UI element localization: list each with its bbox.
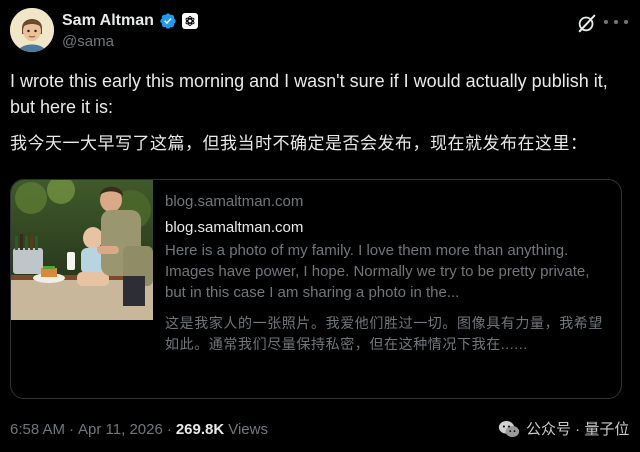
watermark: 公众号 · 量子位 xyxy=(498,418,629,439)
openai-logo-icon[interactable] xyxy=(181,13,198,29)
cartoon-avatar-icon xyxy=(10,8,54,52)
card-domain: blog.samaltman.com xyxy=(165,193,304,210)
family-photo-image xyxy=(11,180,153,320)
author-display-name[interactable]: Sam Altman xyxy=(62,12,154,30)
tweet-text: I wrote this early this morning and I wa… xyxy=(10,71,608,117)
author-handle[interactable]: @sama xyxy=(62,33,114,50)
verified-badge-icon[interactable] xyxy=(159,12,177,30)
views-count[interactable]: 269.8K xyxy=(176,421,224,438)
avatar[interactable] xyxy=(10,8,54,52)
wechat-icon xyxy=(498,420,520,437)
card-description: Here is a photo of my family. I love the… xyxy=(165,242,590,301)
views-label: Views xyxy=(228,421,268,438)
card-title[interactable]: blog.samaltman.com xyxy=(165,218,613,238)
link-preview-body[interactable]: blog.samaltman.com blog.samaltman.com He… xyxy=(165,192,613,355)
tweet-date[interactable]: Apr 11, 2026 xyxy=(78,421,163,438)
meta-separator: · xyxy=(166,421,172,438)
author-name-row: Sam Altman xyxy=(62,10,198,32)
tweet-translation: 我今天一大早写了这篇，但我当时不确定是否会发布，现在就发布在这里： xyxy=(10,134,588,153)
watermark-text: 公众号 · 量子位 xyxy=(526,421,630,438)
tweet-meta: 6:58 AM · Apr 11, 2026 · 269.8K Views xyxy=(10,421,268,438)
more-options-icon[interactable] xyxy=(604,20,628,26)
link-preview-card[interactable]: blog.samaltman.com blog.samaltman.com He… xyxy=(10,179,622,399)
card-description-translation: 这是我家人的一张照片。我爱他们胜过一切。图像具有力量，我希望如此。通常我们尽量保… xyxy=(165,315,603,352)
family-photo-thumbnail[interactable] xyxy=(11,180,153,320)
meta-separator: · xyxy=(69,421,75,438)
tweet-time[interactable]: 6:58 AM xyxy=(10,421,65,438)
grok-icon[interactable] xyxy=(576,12,598,34)
